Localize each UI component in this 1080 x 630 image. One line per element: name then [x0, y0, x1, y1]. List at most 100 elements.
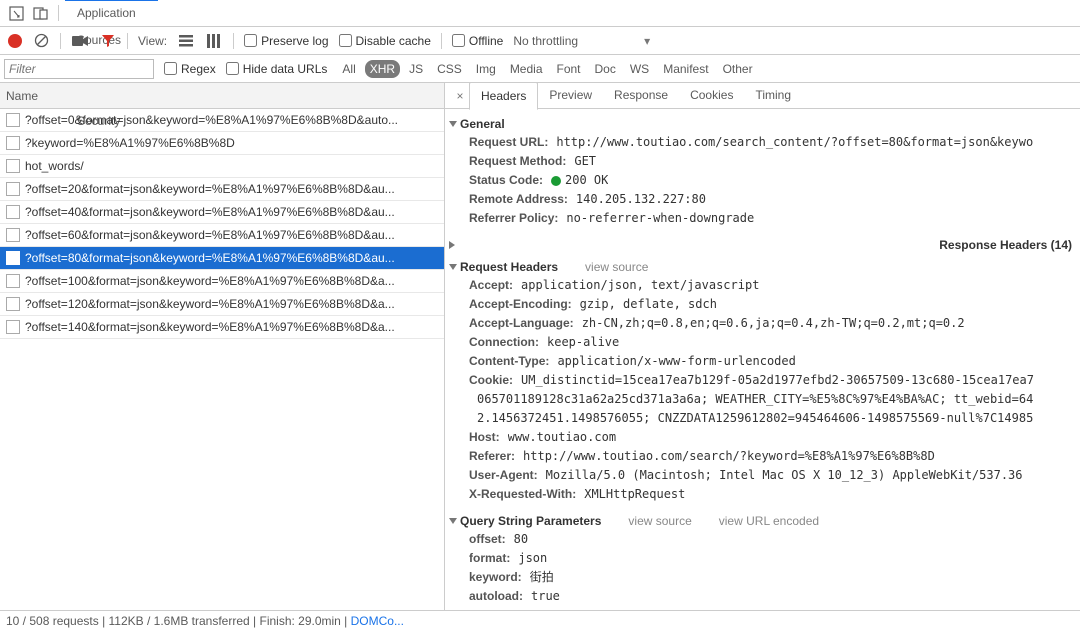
view-list-icon[interactable]	[177, 32, 195, 50]
offline-check[interactable]: Offline	[452, 34, 503, 48]
filter-type-doc[interactable]: Doc	[590, 60, 621, 78]
filter-type-css[interactable]: CSS	[432, 60, 467, 78]
header-value: www.toutiao.com	[508, 429, 616, 446]
filter-icon[interactable]	[99, 32, 117, 50]
filter-type-manifest[interactable]: Manifest	[658, 60, 713, 78]
request-row[interactable]: ?offset=140&format=json&keyword=%E8%A1%9…	[0, 316, 444, 339]
caret-right-icon	[449, 241, 936, 249]
chevron-down-icon: ▾	[644, 34, 650, 48]
regex-check[interactable]: Regex	[164, 62, 216, 76]
param-value: json	[518, 550, 547, 567]
status-code-value: 200 OK	[551, 172, 608, 189]
request-row[interactable]: ?keyword=%E8%A1%97%E6%8B%8D	[0, 132, 444, 155]
preserve-log-check[interactable]: Preserve log	[244, 34, 328, 48]
filter-type-all[interactable]: All	[337, 60, 360, 78]
header-value: XMLHttpRequest	[584, 486, 685, 503]
file-icon	[6, 320, 20, 334]
general-section[interactable]: General	[445, 113, 1080, 133]
view-url-encoded-link[interactable]: view URL encoded	[719, 514, 819, 528]
param-value: 街拍	[530, 569, 554, 586]
detail-tab-cookies[interactable]: Cookies	[679, 83, 744, 109]
file-icon	[6, 297, 20, 311]
header-value: 2.1456372451.1498576055; CNZZDATA1259612…	[477, 410, 1033, 427]
throttle-select[interactable]: No throttling ▾	[513, 34, 650, 48]
view-label: View:	[138, 34, 167, 48]
divider	[233, 33, 234, 49]
param-value: 80	[514, 531, 528, 548]
divider	[58, 5, 59, 21]
divider	[60, 33, 61, 49]
request-row[interactable]: ?offset=20&format=json&keyword=%E8%A1%97…	[0, 178, 444, 201]
request-name: ?offset=20&format=json&keyword=%E8%A1%97…	[25, 182, 395, 196]
device-icon[interactable]	[28, 1, 52, 25]
file-icon	[6, 274, 20, 288]
request-name: ?offset=100&format=json&keyword=%E8%A1%9…	[25, 274, 395, 288]
request-row[interactable]: ?offset=40&format=json&keyword=%E8%A1%97…	[0, 201, 444, 224]
status-dot-icon	[551, 176, 561, 186]
close-icon[interactable]: ×	[451, 89, 469, 103]
inspect-icon[interactable]	[4, 1, 28, 25]
detail-tab-headers[interactable]: Headers	[469, 83, 538, 110]
header-value: Mozilla/5.0 (Macintosh; Intel Mac OS X 1…	[546, 467, 1023, 484]
param-value: 20	[514, 607, 528, 610]
request-headers-section[interactable]: Request Headers view source	[445, 256, 1080, 276]
request-name: ?offset=80&format=json&keyword=%E8%A1%97…	[25, 251, 395, 265]
view-source-link[interactable]: view source	[585, 260, 648, 274]
camera-icon[interactable]	[71, 32, 89, 50]
request-name: ?offset=60&format=json&keyword=%E8%A1%97…	[25, 228, 395, 242]
filter-type-img[interactable]: Img	[471, 60, 501, 78]
tab-application[interactable]: Application	[65, 0, 158, 27]
response-headers-section[interactable]: Response Headers (14)	[445, 234, 1080, 254]
header-value: gzip, deflate, sdch	[580, 296, 717, 313]
header-value: zh-CN,zh;q=0.8,en;q=0.6,ja;q=0.4,zh-TW;q…	[582, 315, 965, 332]
request-name: ?offset=120&format=json&keyword=%E8%A1%9…	[25, 297, 395, 311]
name-column-header[interactable]: Name	[0, 83, 444, 109]
file-icon	[6, 182, 20, 196]
referrer-policy-value: no-referrer-when-downgrade	[566, 210, 754, 227]
view-source-link[interactable]: view source	[628, 514, 691, 528]
filter-type-ws[interactable]: WS	[625, 60, 654, 78]
statusbar: 10 / 508 requests | 112KB / 1.6MB transf…	[0, 610, 1080, 630]
file-icon	[6, 228, 20, 242]
detail-tab-timing[interactable]: Timing	[744, 83, 802, 109]
filter-type-js[interactable]: JS	[404, 60, 428, 78]
param-value: true	[531, 588, 560, 605]
request-row[interactable]: hot_words/	[0, 155, 444, 178]
clear-icon[interactable]	[32, 32, 50, 50]
record-button[interactable]	[8, 34, 22, 48]
filter-type-font[interactable]: Font	[552, 60, 586, 78]
filter-type-media[interactable]: Media	[505, 60, 548, 78]
request-name: ?keyword=%E8%A1%97%E6%8B%8D	[25, 136, 235, 150]
remote-address-value: 140.205.132.227:80	[576, 191, 706, 208]
caret-down-icon	[449, 518, 457, 524]
filter-type-xhr[interactable]: XHR	[365, 60, 400, 78]
header-value: keep-alive	[547, 334, 619, 351]
detail-tab-preview[interactable]: Preview	[538, 83, 603, 109]
divider	[127, 33, 128, 49]
detail-tab-response[interactable]: Response	[603, 83, 679, 109]
request-row[interactable]: ?offset=120&format=json&keyword=%E8%A1%9…	[0, 293, 444, 316]
request-row[interactable]: ?offset=80&format=json&keyword=%E8%A1%97…	[0, 247, 444, 270]
header-value: application/json, text/javascript	[521, 277, 759, 294]
request-name: ?offset=0&format=json&keyword=%E8%A1%97%…	[25, 113, 398, 127]
filter-input[interactable]	[4, 59, 154, 79]
file-icon	[6, 136, 20, 150]
request-name: ?offset=140&format=json&keyword=%E8%A1%9…	[25, 320, 395, 334]
filter-type-other[interactable]: Other	[718, 60, 758, 78]
request-row[interactable]: ?offset=60&format=json&keyword=%E8%A1%97…	[0, 224, 444, 247]
file-icon	[6, 159, 20, 173]
caret-down-icon	[449, 121, 457, 127]
request-row[interactable]: ?offset=100&format=json&keyword=%E8%A1%9…	[0, 270, 444, 293]
divider	[441, 33, 442, 49]
query-params-section[interactable]: Query String Parameters view source view…	[445, 510, 1080, 530]
disable-cache-check[interactable]: Disable cache	[339, 34, 431, 48]
request-method-value: GET	[574, 153, 596, 170]
hide-data-urls-check[interactable]: Hide data URLs	[226, 62, 328, 76]
request-row[interactable]: ?offset=0&format=json&keyword=%E8%A1%97%…	[0, 109, 444, 132]
file-icon	[6, 205, 20, 219]
header-value: 065701189128c31a62a25cd371a3a6a; WEATHER…	[477, 391, 1033, 408]
request-name: hot_words/	[25, 159, 84, 173]
caret-down-icon	[449, 264, 457, 270]
header-value: http://www.toutiao.com/search/?keyword=%…	[523, 448, 935, 465]
view-frames-icon[interactable]	[205, 32, 223, 50]
